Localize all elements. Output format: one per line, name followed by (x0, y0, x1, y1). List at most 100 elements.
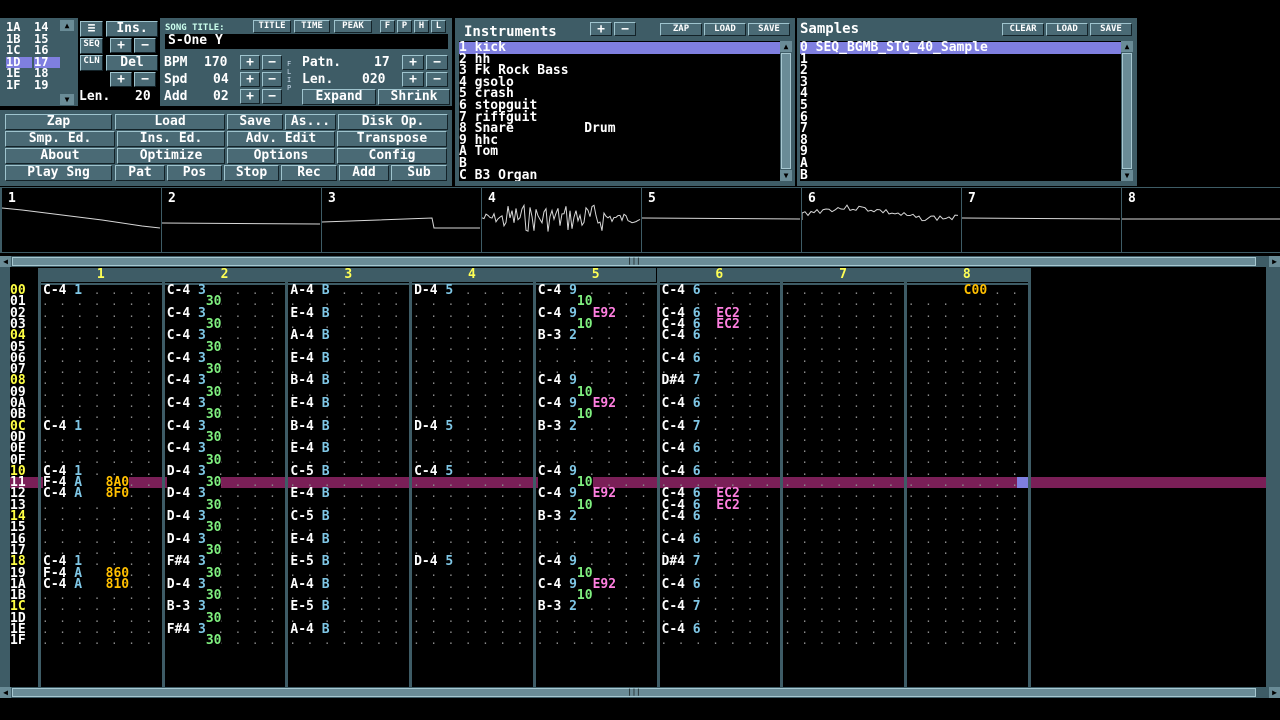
instrument-list[interactable]: 1 kick 2 hh 3 Fk Rock Bass 4 gsolo 5 crash 6 … (459, 41, 780, 181)
pattern-cell[interactable]: E-4 B (290, 487, 330, 500)
scope-channel-4[interactable]: 4 (482, 188, 641, 252)
pattern-cell[interactable]: B-4 B (290, 420, 330, 433)
pattern-cell[interactable]: C-4 6 (661, 284, 701, 297)
pattern-cell[interactable]: C-4 5 (414, 465, 454, 478)
pattern-cell[interactable]: E-4 B (290, 442, 330, 455)
scope-channel-8[interactable]: 8 (1122, 188, 1280, 252)
stop-button[interactable]: Stop (224, 165, 279, 181)
pattern-cell[interactable]: D#4 7 (661, 555, 701, 568)
sample-item[interactable]: 7 (800, 122, 1121, 135)
instrument-item[interactable]: 9 hhc (459, 134, 780, 147)
bpm-up-button[interactable]: + (240, 55, 260, 70)
pat-button[interactable]: Pat (115, 165, 165, 181)
channel-header-7[interactable]: 7 (782, 268, 904, 282)
pattern-cell[interactable]: C-4 6 (661, 352, 701, 365)
sequence-scrollbar[interactable]: ▲ ▼ (60, 20, 74, 105)
channel-header-8[interactable]: 8 (905, 268, 1028, 282)
instrument-scrollbar[interactable]: ▲ ▼ (780, 41, 792, 181)
instrument-save-button[interactable]: SAVE (748, 23, 790, 36)
pattern-cell[interactable]: C-4 6 (661, 510, 701, 523)
song-title-field[interactable]: S-One Y (165, 34, 448, 49)
about-button[interactable]: About (5, 148, 115, 164)
pattern-cell[interactable]: B-3 2 (537, 329, 577, 342)
sample-clear-button[interactable]: CLEAR (1002, 23, 1044, 36)
instrument-zap-button[interactable]: ZAP (660, 23, 702, 36)
channel-header-3[interactable]: 3 (287, 268, 410, 282)
scope-channel-1[interactable]: 1 (2, 188, 161, 252)
song-flag-h[interactable]: H (414, 20, 429, 33)
pattern-cell[interactable]: D-4 5 (414, 555, 454, 568)
sub-button[interactable]: Sub (391, 165, 447, 181)
sample-item[interactable]: 8 (800, 134, 1121, 147)
sample-item[interactable]: 2 (800, 64, 1121, 77)
sample-list[interactable]: 0 SEQ_BGMB_STG_40_Sample 1 2 3 4 5 6 7 8 … (800, 41, 1121, 181)
menu-button[interactable]: ≡ (80, 21, 103, 37)
seq-plus-button[interactable]: + (110, 38, 132, 53)
pattern-cell[interactable]: C-5 B (290, 465, 330, 478)
tab-title[interactable]: TITLE (253, 20, 291, 33)
speed-up-button[interactable]: + (240, 72, 260, 87)
sequence-entry[interactable]: 1F (6, 79, 32, 92)
save-button[interactable]: Save (227, 114, 283, 130)
pattern-length-down-button[interactable]: − (426, 72, 448, 87)
tab-peak[interactable]: PEAK (334, 20, 372, 33)
pattern-cell[interactable]: C00 (908, 284, 988, 297)
sample-item[interactable]: B (800, 169, 1121, 181)
sample-item[interactable]: 6 (800, 111, 1121, 124)
pattern-cell[interactable]: C-4 1 (43, 284, 83, 297)
pattern-cell[interactable]: C-4 6 (661, 397, 701, 410)
pattern-cell[interactable]: C-4 6 (661, 465, 701, 478)
adv-edit-button[interactable]: Adv. Edit (227, 131, 335, 147)
sample-item[interactable]: 3 (800, 76, 1121, 89)
scope-channel-3[interactable]: 3 (322, 188, 481, 252)
pattern-cell[interactable]: C-4 6 (661, 533, 701, 546)
pattern-cell[interactable]: A-4 B (290, 623, 330, 636)
pattern-down-button[interactable]: − (426, 55, 448, 70)
add-button[interactable]: Add (339, 165, 389, 181)
channel-header-2[interactable]: 2 (163, 268, 286, 282)
channel-header-6[interactable]: 6 (658, 268, 781, 282)
pattern-cell[interactable]: A-4 B (290, 578, 330, 591)
transpose-button[interactable]: Transpose (337, 131, 447, 147)
rec-button[interactable]: Rec (281, 165, 337, 181)
pattern-cell[interactable]: C-4 7 (661, 420, 701, 433)
insert-button[interactable]: Ins. (106, 21, 158, 37)
scope-channel-7[interactable]: 7 (962, 188, 1121, 252)
pattern-cell[interactable]: D-4 5 (414, 420, 454, 433)
pattern-length-up-button[interactable]: + (402, 72, 424, 87)
play-sng-button[interactable]: Play Sng (5, 165, 112, 181)
pattern-cell[interactable]: E-5 B (290, 555, 330, 568)
sample-item[interactable]: A (800, 157, 1121, 170)
song-flag-p[interactable]: P (397, 20, 412, 33)
instrument-plus-button[interactable]: + (590, 22, 612, 36)
optimize-button[interactable]: Optimize (117, 148, 225, 164)
add-up-button[interactable]: + (240, 89, 260, 104)
pattern-cell[interactable]: C-5 B (290, 510, 330, 523)
pattern-cell[interactable]: C-4 6 (661, 623, 701, 636)
load-button[interactable]: Load (115, 114, 225, 130)
instrument-item[interactable]: A Tom (459, 145, 780, 158)
song-flag-f[interactable]: F (380, 20, 395, 33)
sample-item[interactable]: 0 SEQ_BGMB_STG_40_Sample (800, 41, 1121, 54)
instrument-load-button[interactable]: LOAD (704, 23, 746, 36)
instrument-item[interactable]: 1 kick (459, 41, 780, 54)
pattern-cell[interactable]: C-4 6 (661, 329, 701, 342)
clone-button[interactable]: CLN (80, 55, 103, 71)
scope-channel-5[interactable]: 5 (642, 188, 801, 252)
len-minus-button[interactable]: − (134, 72, 156, 87)
sequence-entry[interactable]: 19 (34, 79, 60, 92)
len-plus-button[interactable]: + (110, 72, 132, 87)
tab-time[interactable]: TIME (294, 20, 330, 33)
shrink-button[interactable]: Shrink (378, 89, 450, 105)
as-button[interactable]: As... (285, 114, 336, 130)
sample-save-button[interactable]: SAVE (1090, 23, 1132, 36)
add-down-button[interactable]: − (262, 89, 282, 104)
pattern-cell[interactable]: E-4 B (290, 307, 330, 320)
sample-item[interactable]: 5 (800, 99, 1121, 112)
channel-header-5[interactable]: 5 (534, 268, 657, 282)
pattern-cell[interactable]: D-4 5 (414, 284, 454, 297)
song-flag-l[interactable]: L (431, 20, 446, 33)
channel-header-4[interactable]: 4 (411, 268, 533, 282)
pattern-cell[interactable]: E-4 B (290, 352, 330, 365)
pattern-cell[interactable]: E-4 B (290, 397, 330, 410)
